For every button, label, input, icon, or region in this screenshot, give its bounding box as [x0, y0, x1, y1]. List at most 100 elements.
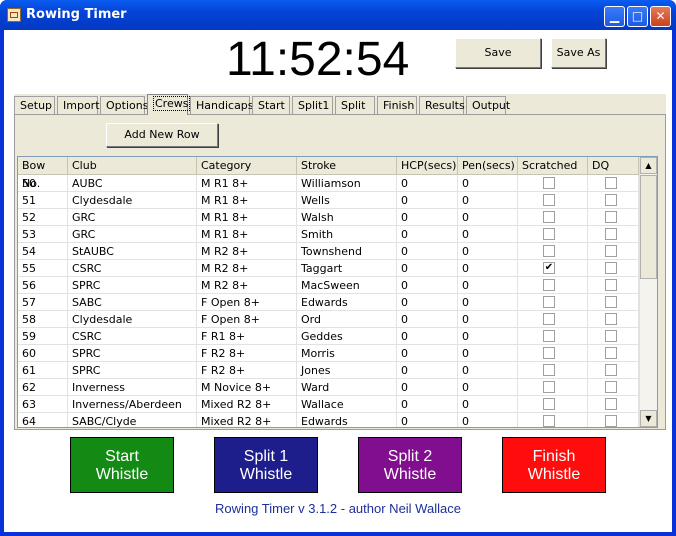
- cell-pen[interactable]: 0: [458, 243, 518, 260]
- scratched-checkbox[interactable]: [543, 296, 555, 308]
- cell-bow[interactable]: 54: [18, 243, 68, 260]
- cell-hcp[interactable]: 0: [397, 175, 458, 192]
- cell-bow[interactable]: 55: [18, 260, 68, 277]
- cell-category[interactable]: Mixed R2 8+: [197, 413, 297, 427]
- cell-category[interactable]: M R2 8+: [197, 260, 297, 277]
- column-header-5[interactable]: Pen(secs): [458, 157, 518, 175]
- tab-start[interactable]: Start: [252, 96, 290, 114]
- app-icon[interactable]: [7, 8, 21, 22]
- cell-hcp[interactable]: 0: [397, 396, 458, 413]
- cell-bow[interactable]: 59: [18, 328, 68, 345]
- tab-import[interactable]: Import: [57, 96, 100, 114]
- cell-pen[interactable]: 0: [458, 345, 518, 362]
- cell-category[interactable]: F Open 8+: [197, 294, 297, 311]
- scroll-thumb[interactable]: [640, 175, 657, 279]
- cell-pen[interactable]: 0: [458, 396, 518, 413]
- column-header-4[interactable]: HCP(secs): [397, 157, 458, 175]
- cell-bow[interactable]: 51: [18, 192, 68, 209]
- cell-pen[interactable]: 0: [458, 362, 518, 379]
- column-header-3[interactable]: Stroke: [297, 157, 397, 175]
- cell-stroke[interactable]: Taggart: [297, 260, 397, 277]
- cell-club[interactable]: Inverness: [68, 379, 197, 396]
- cell-pen[interactable]: 0: [458, 209, 518, 226]
- scratched-checkbox[interactable]: [543, 381, 555, 393]
- cell-club[interactable]: AUBC: [68, 175, 197, 192]
- cell-bow[interactable]: 63: [18, 396, 68, 413]
- maximize-button[interactable]: □: [627, 6, 648, 27]
- cell-hcp[interactable]: 0: [397, 345, 458, 362]
- whistle-button-3[interactable]: Finish Whistle: [502, 437, 606, 493]
- cell-bow[interactable]: 52: [18, 209, 68, 226]
- save-button[interactable]: Save: [455, 38, 541, 68]
- cell-bow[interactable]: 57: [18, 294, 68, 311]
- scratched-checkbox[interactable]: [543, 211, 555, 223]
- cell-club[interactable]: SPRC: [68, 345, 197, 362]
- cell-pen[interactable]: 0: [458, 328, 518, 345]
- cell-pen[interactable]: 0: [458, 294, 518, 311]
- cell-pen[interactable]: 0: [458, 311, 518, 328]
- scroll-up-button[interactable]: ▲: [640, 157, 657, 174]
- scratched-checkbox[interactable]: [543, 245, 555, 257]
- scratched-checkbox[interactable]: [543, 330, 555, 342]
- dq-checkbox[interactable]: [605, 177, 617, 189]
- tab-split1[interactable]: Split1: [292, 96, 333, 114]
- column-header-6[interactable]: Scratched: [518, 157, 588, 175]
- cell-stroke[interactable]: Walsh: [297, 209, 397, 226]
- dq-checkbox[interactable]: [605, 313, 617, 325]
- cell-club[interactable]: SPRC: [68, 277, 197, 294]
- cell-category[interactable]: F R2 8+: [197, 362, 297, 379]
- dq-checkbox[interactable]: [605, 330, 617, 342]
- tab-finish[interactable]: Finish: [377, 96, 417, 114]
- title-bar[interactable]: Rowing Timer ▁ □ ✕: [0, 0, 676, 30]
- cell-hcp[interactable]: 0: [397, 362, 458, 379]
- cell-stroke[interactable]: Ord: [297, 311, 397, 328]
- cell-hcp[interactable]: 0: [397, 413, 458, 427]
- cell-stroke[interactable]: Morris: [297, 345, 397, 362]
- dq-checkbox[interactable]: [605, 364, 617, 376]
- cell-hcp[interactable]: 0: [397, 226, 458, 243]
- cell-category[interactable]: M R1 8+: [197, 209, 297, 226]
- dq-checkbox[interactable]: [605, 194, 617, 206]
- dq-checkbox[interactable]: [605, 415, 617, 427]
- cell-hcp[interactable]: 0: [397, 379, 458, 396]
- tab-results[interactable]: Results: [419, 96, 465, 114]
- cell-club[interactable]: CSRC: [68, 328, 197, 345]
- scratched-checkbox[interactable]: [543, 398, 555, 410]
- dq-checkbox[interactable]: [605, 398, 617, 410]
- dq-checkbox[interactable]: [605, 347, 617, 359]
- cell-bow[interactable]: 58: [18, 311, 68, 328]
- column-header-2[interactable]: Category: [197, 157, 297, 175]
- scratched-checkbox[interactable]: [543, 228, 555, 240]
- column-header-1[interactable]: Club: [68, 157, 197, 175]
- scratched-checkbox[interactable]: [543, 313, 555, 325]
- cell-hcp[interactable]: 0: [397, 277, 458, 294]
- cell-category[interactable]: M R1 8+: [197, 192, 297, 209]
- cell-stroke[interactable]: Edwards: [297, 413, 397, 427]
- dq-checkbox[interactable]: [605, 262, 617, 274]
- cell-stroke[interactable]: Wallace: [297, 396, 397, 413]
- cell-bow[interactable]: 50: [18, 175, 68, 192]
- cell-hcp[interactable]: 0: [397, 328, 458, 345]
- whistle-button-0[interactable]: Start Whistle: [70, 437, 174, 493]
- cell-category[interactable]: M R1 8+: [197, 175, 297, 192]
- scratched-checkbox[interactable]: [543, 177, 555, 189]
- cell-category[interactable]: F Open 8+: [197, 311, 297, 328]
- minimize-button[interactable]: ▁: [604, 6, 625, 27]
- cell-bow[interactable]: 53: [18, 226, 68, 243]
- cell-club[interactable]: Inverness/Aberdeen: [68, 396, 197, 413]
- cell-bow[interactable]: 60: [18, 345, 68, 362]
- cell-bow[interactable]: 61: [18, 362, 68, 379]
- cell-club[interactable]: SPRC: [68, 362, 197, 379]
- cell-stroke[interactable]: Townshend: [297, 243, 397, 260]
- tab-options[interactable]: Options: [100, 96, 148, 114]
- scratched-checkbox[interactable]: [543, 194, 555, 206]
- add-new-row-button[interactable]: Add New Row: [106, 123, 218, 147]
- dq-checkbox[interactable]: [605, 245, 617, 257]
- cell-club[interactable]: SABC: [68, 294, 197, 311]
- tab-handicaps[interactable]: Handicaps: [190, 96, 254, 114]
- cell-category[interactable]: M R2 8+: [197, 277, 297, 294]
- cell-category[interactable]: F R1 8+: [197, 328, 297, 345]
- column-header-7[interactable]: DQ: [588, 157, 639, 175]
- dq-checkbox[interactable]: [605, 228, 617, 240]
- cell-pen[interactable]: 0: [458, 413, 518, 427]
